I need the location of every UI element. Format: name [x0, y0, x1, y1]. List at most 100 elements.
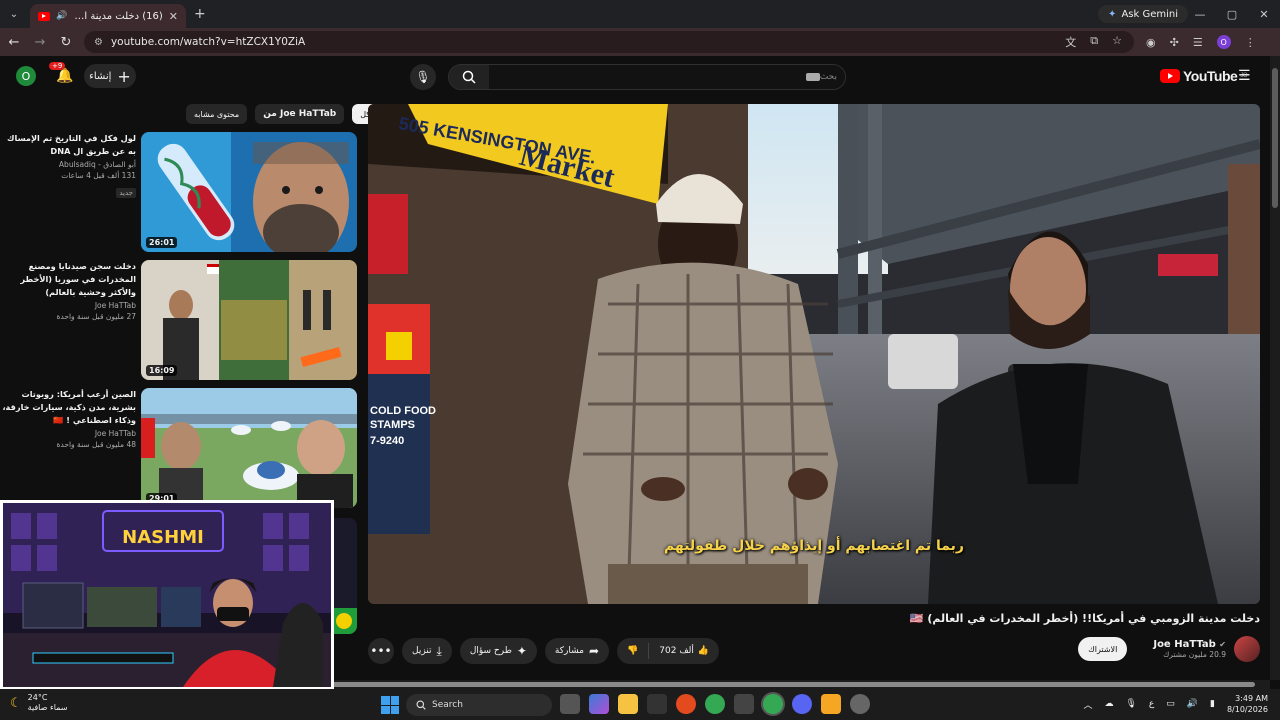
video-duration: 16:09	[146, 365, 178, 376]
more-actions-button[interactable]: •••	[368, 638, 394, 664]
like-count: 702 ألف	[659, 646, 694, 656]
discord-icon[interactable]	[792, 694, 812, 714]
browser-tab-bar: ⌄ 🔊 (16) دخلت مدينة الزومبي في ✕ + ✦ Ask…	[0, 0, 1280, 28]
channel-name[interactable]: Joe HaTTab	[0, 429, 136, 438]
video-player[interactable]: 505 KENSINGTON AVE. Market COLD FOOD STA…	[368, 104, 1260, 604]
search-icon	[416, 700, 426, 710]
new-tab-button[interactable]: +	[194, 6, 206, 22]
video-actions: ••• تنزيل ⤓ طرح سؤال ✦ مشاركة ➦ 👎 702 أل…	[368, 638, 720, 666]
cloud-icon[interactable]: ☁	[1104, 699, 1113, 709]
reading-list-icon[interactable]: ☰	[1193, 36, 1203, 49]
volume-icon[interactable]: 🔊	[1187, 699, 1198, 709]
forward-button[interactable]: →	[28, 28, 52, 56]
recommendation-item[interactable]: 26:01 لول فكل في التاريخ تم الإمساك به ع…	[0, 130, 360, 252]
webcam-overlay: NASHMI	[0, 500, 334, 690]
system-tray: ︿ ☁ 🎙 ع ▭ 🔊 ▮ 3:49 AM 8/10/2026	[1083, 693, 1268, 715]
video-thumbnail[interactable]	[141, 132, 357, 252]
brave-icon[interactable]	[676, 694, 696, 714]
like-dislike-group: 👎 702 ألف 👍	[617, 638, 720, 664]
chrome-active-icon[interactable]	[763, 694, 783, 714]
channel-avatar[interactable]	[1234, 636, 1260, 662]
browser-tab[interactable]: 🔊 (16) دخلت مدينة الزومبي في ✕	[30, 4, 186, 28]
notifications-bell-icon[interactable]: 🔔 +9	[49, 62, 75, 86]
share-icon: ➦	[588, 644, 600, 658]
audio-icon[interactable]: 🔊	[56, 11, 67, 21]
profile-avatar[interactable]: O	[1216, 35, 1231, 49]
taskbar-search[interactable]: Search	[406, 694, 552, 716]
ask-button[interactable]: طرح سؤال ✦	[459, 638, 537, 664]
channel-name-main[interactable]: ✔ Joe HaTTab	[1153, 639, 1226, 650]
ask-gemini-button[interactable]: ✦ Ask Gemini	[1098, 5, 1188, 23]
site-info-icon[interactable]: ⚙	[94, 37, 103, 48]
video-thumbnail[interactable]	[141, 388, 357, 508]
ask-label: طرح سؤال	[469, 646, 512, 656]
start-button[interactable]	[381, 696, 399, 714]
voice-search-mic-icon[interactable]: 🎙	[410, 64, 436, 90]
search-icon	[462, 70, 476, 84]
omnibox[interactable]: ⚙ youtube.com/watch?v=htZCX1Y0ZiA 文 ⧉ ☆	[84, 31, 1134, 53]
chip-from-channel[interactable]: من Joe HaTTab	[255, 104, 345, 124]
battery-icon[interactable]: ▮	[1210, 699, 1215, 709]
chip-similar[interactable]: محتوى مشابه	[186, 104, 248, 124]
weather-desc: سماء صافية	[27, 703, 68, 712]
video-title[interactable]: دخلت سجن صيدنايا ومصنع المخدرات في سوريا…	[0, 260, 136, 299]
vertical-scroll-thumb[interactable]	[1272, 68, 1278, 208]
subscribe-button[interactable]: الاشتراك	[1078, 637, 1128, 661]
extension-globe-icon[interactable]: ◉	[1146, 36, 1156, 49]
tab-search-dropdown[interactable]: ⌄	[0, 0, 28, 28]
clock-date: 8/10/2026	[1226, 705, 1268, 714]
url-text[interactable]: youtube.com/watch?v=htZCX1Y0ZiA	[111, 36, 305, 48]
store-icon[interactable]	[647, 694, 667, 714]
video-title[interactable]: الصين أرعب أمريكا: روبوتات بشرية، مدن ذك…	[0, 388, 136, 427]
browser-menu-icon[interactable]: ⋮	[1245, 36, 1256, 49]
copilot-icon[interactable]	[589, 694, 609, 714]
keyboard-icon[interactable]	[805, 73, 820, 81]
language-indicator[interactable]: ع	[1149, 699, 1154, 709]
weather-widget[interactable]: ☾ 24°C سماء صافية	[10, 693, 67, 713]
like-button[interactable]: 702 ألف 👍	[649, 638, 719, 664]
search-placeholder: بحث	[819, 72, 837, 82]
recommendation-item[interactable]: 16:09 دخلت سجن صيدنايا ومصنع المخدرات في…	[0, 258, 360, 380]
translate-icon[interactable]: 文	[1065, 34, 1076, 50]
back-button[interactable]: ←	[2, 28, 26, 56]
tray-overflow-icon[interactable]: ︿	[1083, 698, 1092, 711]
snipping-icon[interactable]	[734, 694, 754, 714]
share-button[interactable]: مشاركة ➦	[544, 638, 610, 664]
video-title[interactable]: لول فكل في التاريخ تم الإمساك به عن طريق…	[0, 132, 136, 158]
extensions-puzzle-icon[interactable]: ✣	[1170, 36, 1179, 49]
task-view-icon[interactable]	[560, 694, 580, 714]
network-icon[interactable]: ▭	[1166, 699, 1175, 709]
create-label: إنشاء	[89, 70, 112, 82]
taskbar-search-label: Search	[432, 700, 463, 710]
guide-menu-icon[interactable]: ☰	[1238, 68, 1251, 84]
maximize-button[interactable]: ▢	[1216, 0, 1248, 28]
new-badge: جديد	[116, 188, 136, 198]
github-icon[interactable]	[850, 694, 870, 714]
close-window-button[interactable]: ✕	[1248, 0, 1280, 28]
dislike-button[interactable]: 👎	[617, 638, 648, 664]
channel-name[interactable]: أبو الصادق - Abulsadiq	[0, 160, 136, 169]
create-button[interactable]: إنشاء +	[84, 64, 136, 88]
channel-name[interactable]: Joe HaTTab	[0, 301, 136, 310]
install-icon[interactable]: ⧉	[1090, 34, 1098, 50]
search-input[interactable]: بحث	[489, 65, 845, 89]
reload-button[interactable]: ↻	[54, 28, 78, 56]
youtube-logo[interactable]: YouTube JO	[1160, 68, 1247, 84]
account-avatar[interactable]: O	[16, 66, 36, 86]
close-tab-icon[interactable]: ✕	[169, 10, 178, 23]
clock[interactable]: 3:49 AM 8/10/2026	[1227, 693, 1268, 715]
app-icon[interactable]	[821, 694, 841, 714]
chrome-icon[interactable]	[705, 694, 725, 714]
video-frame: 505 KENSINGTON AVE. Market COLD FOOD STA…	[368, 104, 1260, 604]
recommendation-item[interactable]: 29:01 الصين أرعب أمريكا: روبوتات بشرية، …	[0, 386, 360, 508]
mic-tray-icon[interactable]: 🎙	[1125, 699, 1136, 709]
sign-cold-food: COLD FOOD	[370, 405, 436, 417]
video-thumbnail[interactable]	[141, 260, 357, 380]
bookmark-star-icon[interactable]: ☆	[1112, 34, 1122, 50]
vertical-scrollbar[interactable]	[1270, 56, 1280, 680]
file-explorer-icon[interactable]	[618, 694, 638, 714]
minimize-button[interactable]: —	[1184, 0, 1216, 28]
download-button[interactable]: تنزيل ⤓	[402, 638, 452, 664]
search-button[interactable]	[449, 65, 489, 89]
verified-icon: ✔	[1219, 640, 1226, 649]
